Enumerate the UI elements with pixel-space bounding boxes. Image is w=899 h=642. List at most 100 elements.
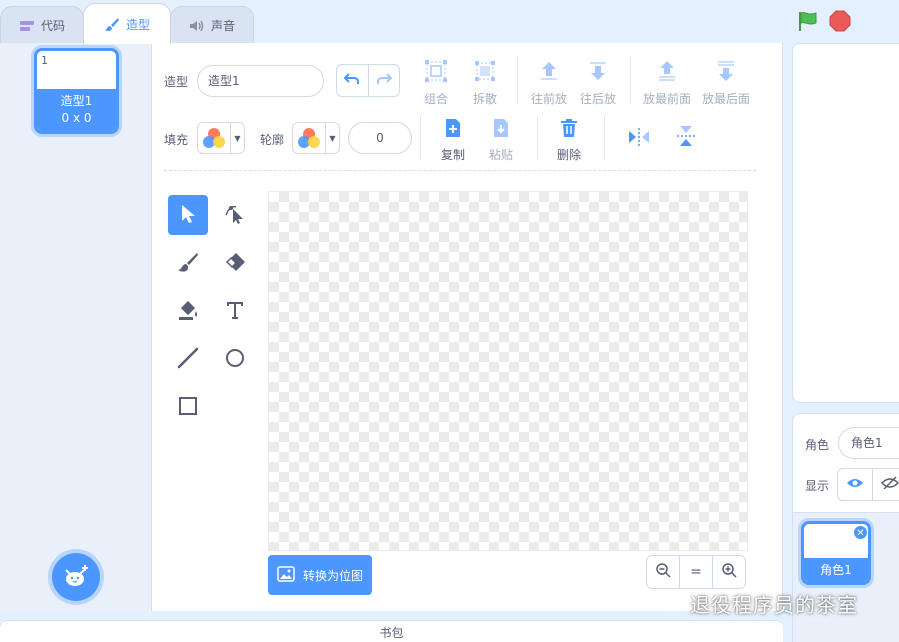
copy-label: 复制 <box>441 148 466 162</box>
flip-horizontal-icon <box>628 128 650 150</box>
rectangle-tool[interactable] <box>168 387 208 427</box>
ungroup-button[interactable]: 拆散 <box>473 60 497 107</box>
flip-horizontal-button[interactable] <box>628 127 650 150</box>
redo-icon <box>376 72 393 89</box>
circle-icon <box>224 347 246 372</box>
brush-icon <box>104 16 120 32</box>
costume-name: 造型1 <box>60 94 93 108</box>
fill-tool[interactable] <box>168 291 208 331</box>
green-flag-icon[interactable] <box>797 10 819 35</box>
toolbar-divider <box>537 116 538 160</box>
forward-label: 往前放 <box>531 92 568 106</box>
zoom-out-button[interactable] <box>647 556 679 588</box>
fill-color-picker[interactable]: ▼ <box>197 122 245 154</box>
sound-icon <box>189 19 205 33</box>
front-label: 放最前面 <box>643 92 692 106</box>
chevron-down-icon: ▼ <box>325 123 339 153</box>
reshape-icon <box>224 203 246 228</box>
back-label: 放最后面 <box>702 92 751 106</box>
toolbar-divider <box>630 56 631 104</box>
backpack-bar[interactable]: 书包 <box>0 620 783 642</box>
zoom-in-button[interactable] <box>712 556 745 588</box>
cat-plus-icon <box>63 564 89 591</box>
color-mix-icon <box>198 123 230 153</box>
convert-label: 转换为位图 <box>302 568 363 583</box>
text-tool[interactable] <box>215 291 255 331</box>
copy-icon <box>444 118 462 141</box>
copy-button[interactable]: 复制 <box>441 118 465 163</box>
ungroup-icon <box>474 60 496 85</box>
reshape-tool[interactable] <box>215 195 255 235</box>
image-icon <box>277 565 295 585</box>
forward-button[interactable]: 往前放 <box>531 60 567 107</box>
toolbar-divider <box>604 116 605 160</box>
undo-redo-group <box>336 64 400 97</box>
tab-sounds[interactable]: 声音 <box>170 6 254 44</box>
sprite-name-input[interactable]: 角色1 <box>838 427 899 459</box>
flip-vertical-button[interactable] <box>676 125 696 150</box>
paint-bucket-icon <box>177 299 199 324</box>
hide-button[interactable] <box>872 469 899 500</box>
brush-tool[interactable] <box>168 243 208 283</box>
backward-button[interactable]: 往后放 <box>580 60 616 107</box>
paste-label: 粘贴 <box>489 148 514 162</box>
stage[interactable] <box>792 43 899 403</box>
costume-name-input[interactable]: 造型1 <box>197 65 324 97</box>
text-icon <box>225 300 245 323</box>
rectangle-icon <box>177 395 199 420</box>
code-icon <box>19 20 35 32</box>
flip-vertical-icon <box>676 126 696 150</box>
zoom-in-icon <box>721 562 737 582</box>
tab-costumes[interactable]: 造型 <box>83 3 171 44</box>
add-costume-button[interactable] <box>52 553 100 601</box>
ungroup-label: 拆散 <box>473 92 498 106</box>
eraser-tool[interactable] <box>215 243 255 283</box>
paste-icon <box>492 118 510 141</box>
line-tool[interactable] <box>168 339 208 379</box>
backward-label: 往后放 <box>580 92 617 106</box>
front-button[interactable]: 放最前面 <box>643 60 691 107</box>
outline-color-picker[interactable]: ▼ <box>292 122 340 154</box>
sprite-item-name: 角色1 <box>804 558 868 582</box>
delete-button[interactable]: 删除 <box>557 118 581 163</box>
group-button[interactable]: 组合 <box>424 60 448 107</box>
outline-label: 轮廓 <box>260 133 285 147</box>
tab-code-label: 代码 <box>40 19 65 33</box>
stop-icon[interactable] <box>829 10 851 35</box>
fill-label: 填充 <box>164 133 189 147</box>
bring-to-front-icon <box>657 60 677 85</box>
costume-item[interactable]: 1 造型1 0 x 0 <box>34 48 119 134</box>
show-button[interactable] <box>838 469 872 500</box>
arrow-up-icon <box>539 60 559 85</box>
close-icon[interactable]: ✕ <box>853 525 868 540</box>
zoom-out-icon <box>655 562 671 582</box>
arrow-cursor-icon <box>179 204 197 227</box>
group-label: 组合 <box>424 92 449 106</box>
tab-costumes-label: 造型 <box>125 17 150 32</box>
undo-button[interactable] <box>337 65 368 96</box>
convert-to-bitmap-button[interactable]: 转换为位图 <box>268 555 372 595</box>
costume-label: 造型 <box>164 75 189 89</box>
zoom-controls: = <box>646 555 746 589</box>
trash-icon <box>560 118 578 141</box>
tab-sounds-label: 声音 <box>210 19 235 33</box>
arrow-down-icon <box>588 60 608 85</box>
brush-icon <box>177 251 199 276</box>
select-tool[interactable] <box>168 195 208 235</box>
show-label: 显示 <box>805 479 830 493</box>
send-to-back-icon <box>716 60 736 85</box>
eye-off-icon <box>880 476 899 493</box>
toolbar-divider <box>420 116 421 160</box>
toolbar-divider <box>517 56 518 104</box>
paste-button[interactable]: 粘贴 <box>489 118 513 163</box>
drawing-canvas[interactable] <box>268 191 748 551</box>
tab-code[interactable]: 代码 <box>0 6 84 44</box>
redo-button[interactable] <box>367 65 400 96</box>
watermark: 退役程序员的茶室 <box>652 589 858 618</box>
eye-icon <box>846 477 864 492</box>
zoom-reset-button[interactable]: = <box>679 556 712 588</box>
back-button[interactable]: 放最后面 <box>702 60 750 107</box>
toolbar-separator <box>164 170 756 171</box>
outline-width-input[interactable]: 0 <box>348 122 412 154</box>
circle-tool[interactable] <box>215 339 255 379</box>
